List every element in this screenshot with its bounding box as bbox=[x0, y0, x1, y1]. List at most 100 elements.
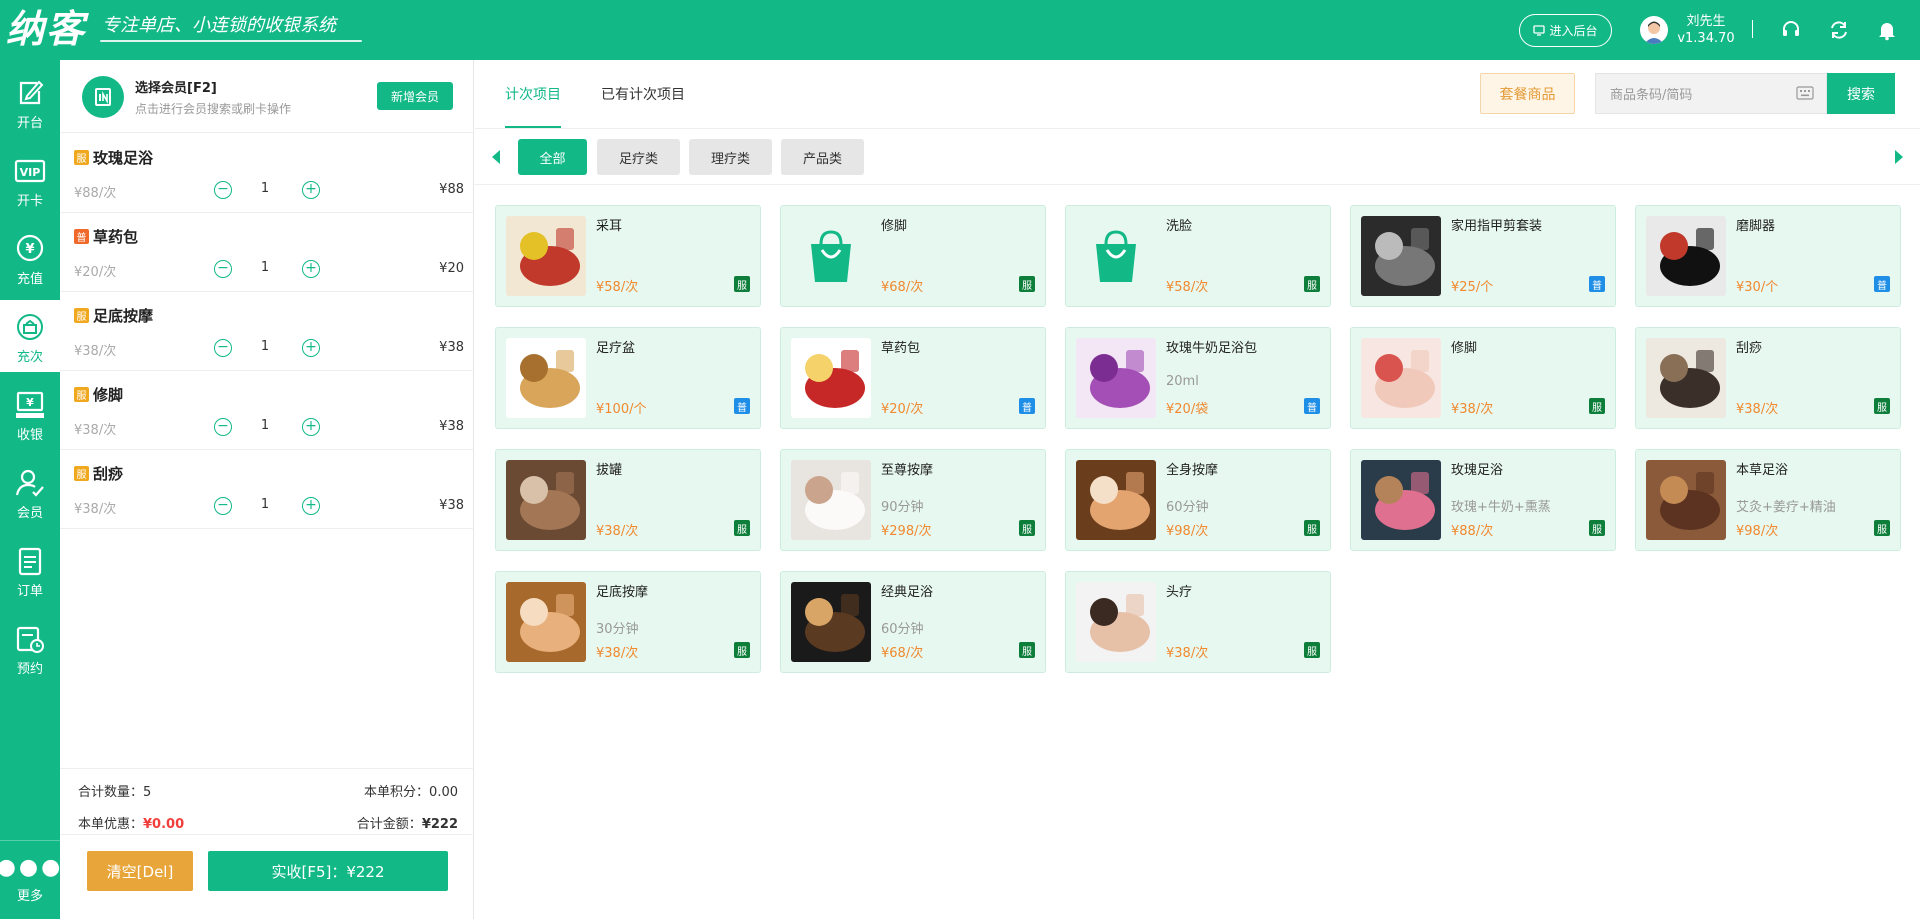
product-card[interactable]: 本草足浴 艾灸+姜疗+精油 ¥98/次 服 bbox=[1635, 449, 1901, 551]
tab-count-items[interactable]: 计次项目 bbox=[505, 84, 561, 104]
category-all[interactable]: 全部 bbox=[518, 139, 587, 175]
nav-item-cashier[interactable]: ¥ 收银 bbox=[0, 378, 60, 450]
product-card[interactable]: 家用指甲剪套装 ¥25/个 普 bbox=[1350, 205, 1616, 307]
member-card-icon bbox=[82, 76, 124, 118]
product-card[interactable]: 刮痧 ¥38/次 服 bbox=[1635, 327, 1901, 429]
product-name: 足疗盆 bbox=[596, 341, 636, 356]
keyboard-icon[interactable] bbox=[1796, 86, 1814, 100]
search-input[interactable]: 商品条码/简码 bbox=[1595, 73, 1827, 114]
body-massage-photo bbox=[1076, 460, 1156, 540]
points-label: 本单积分： bbox=[364, 785, 430, 800]
plus-circle-icon[interactable]: + bbox=[302, 260, 320, 278]
cart-item[interactable]: 服玫瑰足浴 ¥88/次 − 1 + ¥88 bbox=[60, 134, 474, 213]
nav-label: 充值 bbox=[16, 272, 43, 287]
minus-circle-icon[interactable]: − bbox=[214, 260, 232, 278]
product-card[interactable]: 洗脸 ¥58/次 服 bbox=[1065, 205, 1331, 307]
product-desc: 60分钟 bbox=[881, 622, 924, 637]
chevron-right-icon[interactable] bbox=[1895, 150, 1903, 164]
nav-item-open-card[interactable]: VIP 开卡 bbox=[0, 144, 60, 216]
product-name: 玫瑰足浴 bbox=[1451, 463, 1504, 478]
pay-button[interactable]: 实收[F5]：¥222 bbox=[208, 851, 448, 891]
product-card[interactable]: 磨脚器 ¥30/个 普 bbox=[1635, 205, 1901, 307]
cart-item[interactable]: 普草药包 ¥20/次 − 1 + ¥20 bbox=[60, 213, 474, 292]
user-check-icon bbox=[15, 469, 44, 497]
chevron-left-icon[interactable] bbox=[492, 150, 500, 164]
product-card[interactable]: 修脚 ¥38/次 服 bbox=[1350, 327, 1616, 429]
discount-value: ¥0.00 bbox=[143, 817, 185, 832]
bell-icon[interactable] bbox=[1876, 19, 1898, 41]
product-type-badge: 服 bbox=[734, 642, 750, 658]
nav-item-reservation[interactable]: 预约 bbox=[0, 612, 60, 684]
head-therapy-photo bbox=[1076, 582, 1156, 662]
cart-item[interactable]: 服刮痧 ¥38/次 − 1 + ¥38 bbox=[60, 450, 474, 529]
product-card[interactable]: 草药包 ¥20/次 普 bbox=[780, 327, 1046, 429]
cart-item-qty[interactable]: 1 bbox=[250, 181, 280, 196]
item-type-badge: 普 bbox=[74, 229, 89, 244]
nav-item-open-table[interactable]: 开台 bbox=[0, 66, 60, 138]
more-dots-icon: ●●● bbox=[0, 855, 64, 880]
app-version: v1.34.70 bbox=[1677, 31, 1735, 46]
product-card[interactable]: 采耳 ¥58/次 服 bbox=[495, 205, 761, 307]
minus-circle-icon[interactable]: − bbox=[214, 339, 232, 357]
plus-circle-icon[interactable]: + bbox=[302, 418, 320, 436]
product-card[interactable]: 玫瑰足浴 玫瑰+牛奶+熏蒸 ¥88/次 服 bbox=[1350, 449, 1616, 551]
admin-button[interactable]: 进入后台 bbox=[1519, 14, 1612, 47]
category-foot-therapy[interactable]: 足疗类 bbox=[597, 139, 680, 175]
nav-item-members[interactable]: 会员 bbox=[0, 456, 60, 528]
tab-existing-count-items[interactable]: 已有计次项目 bbox=[601, 84, 685, 104]
product-card[interactable]: 足疗盆 ¥100/个 普 bbox=[495, 327, 761, 429]
plus-circle-icon[interactable]: + bbox=[302, 497, 320, 515]
category-products[interactable]: 产品类 bbox=[781, 139, 864, 175]
nav-item-more[interactable]: ●●● 更多 bbox=[0, 840, 60, 919]
cart-item-qty[interactable]: 1 bbox=[250, 339, 280, 354]
package-goods-button[interactable]: 套餐商品 bbox=[1480, 73, 1575, 114]
cart-item-name: 玫瑰足浴 bbox=[93, 149, 154, 167]
minus-circle-icon[interactable]: − bbox=[214, 181, 232, 199]
product-card[interactable]: 头疗 ¥38/次 服 bbox=[1065, 571, 1331, 673]
minus-circle-icon[interactable]: − bbox=[214, 497, 232, 515]
nav-item-recharge-times[interactable]: 充次 bbox=[0, 300, 60, 372]
product-card[interactable]: 修脚 ¥68/次 服 bbox=[780, 205, 1046, 307]
product-name: 草药包 bbox=[881, 341, 921, 356]
cart-item-qty[interactable]: 1 bbox=[250, 260, 280, 275]
category-physiotherapy[interactable]: 理疗类 bbox=[689, 139, 772, 175]
product-card[interactable]: 至尊按摩 90分钟 ¥298/次 服 bbox=[780, 449, 1046, 551]
classic-footbath-photo bbox=[791, 582, 871, 662]
product-card[interactable]: 全身按摩 60分钟 ¥98/次 服 bbox=[1065, 449, 1331, 551]
product-card[interactable]: 拔罐 ¥38/次 服 bbox=[495, 449, 761, 551]
cart-item-name: 足底按摩 bbox=[93, 307, 154, 325]
user-name[interactable]: 刘先生 bbox=[1676, 10, 1736, 29]
cart-item-unit-price: ¥88/次 bbox=[74, 186, 117, 201]
nav-item-orders[interactable]: 订单 bbox=[0, 534, 60, 606]
search-button[interactable]: 搜索 bbox=[1827, 73, 1895, 114]
cart-item-qty[interactable]: 1 bbox=[250, 497, 280, 512]
clear-button[interactable]: 清空[Del] bbox=[87, 851, 193, 891]
nav-label: 会员 bbox=[16, 506, 43, 521]
herbal-pack-photo bbox=[791, 338, 871, 418]
plus-circle-icon[interactable]: + bbox=[302, 339, 320, 357]
add-member-button[interactable]: 新增会员 bbox=[377, 82, 453, 110]
product-price: ¥38/次 bbox=[596, 646, 639, 661]
product-card[interactable]: 足底按摩 30分钟 ¥38/次 服 bbox=[495, 571, 761, 673]
headset-icon[interactable] bbox=[1780, 19, 1802, 41]
minus-circle-icon[interactable]: − bbox=[214, 418, 232, 436]
foot-massage-photo bbox=[506, 582, 586, 662]
nav-item-recharge[interactable]: ¥ 充值 bbox=[0, 222, 60, 294]
pedicure-photo bbox=[1361, 338, 1441, 418]
product-name: 拔罐 bbox=[596, 463, 623, 478]
product-type-badge: 服 bbox=[1304, 642, 1320, 658]
top-bar: 纳客 专注单店、小连锁的收银系统 进入后台 刘先生 v1.34.70 bbox=[0, 0, 1920, 60]
cart-item-unit-price: ¥38/次 bbox=[74, 423, 117, 438]
edit-icon bbox=[19, 80, 44, 105]
avatar[interactable] bbox=[1640, 16, 1668, 44]
sync-icon[interactable] bbox=[1828, 19, 1850, 41]
plus-circle-icon[interactable]: + bbox=[302, 181, 320, 199]
member-selector[interactable]: 选择会员[F2] 点击进行会员搜索或刷卡操作 新增会员 bbox=[60, 60, 474, 133]
cart-item-qty[interactable]: 1 bbox=[250, 418, 280, 433]
product-name: 经典足浴 bbox=[881, 585, 934, 600]
product-card[interactable]: 经典足浴 60分钟 ¥68/次 服 bbox=[780, 571, 1046, 673]
cart-item[interactable]: 服足底按摩 ¥38/次 − 1 + ¥38 bbox=[60, 292, 474, 371]
product-price: ¥38/次 bbox=[596, 524, 639, 539]
product-card[interactable]: 玫瑰牛奶足浴包 20ml ¥20/袋 普 bbox=[1065, 327, 1331, 429]
cart-item[interactable]: 服修脚 ¥38/次 − 1 + ¥38 bbox=[60, 371, 474, 450]
